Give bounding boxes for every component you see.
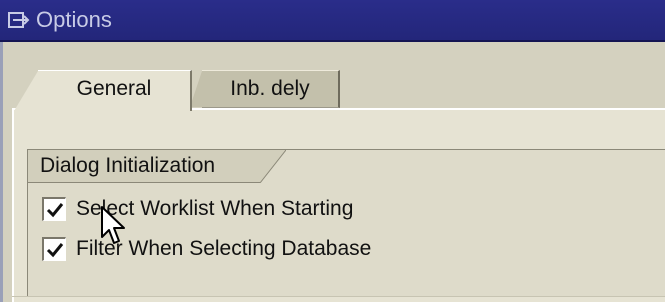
tab-label: General <box>76 77 152 100</box>
panel-bottom-line <box>12 296 665 297</box>
mouse-pointer-icon <box>100 205 128 247</box>
window-title: Options <box>36 7 112 32</box>
title-bar[interactable]: Options <box>0 0 665 42</box>
filter-database-checkbox[interactable] <box>42 237 66 261</box>
checkmark-icon <box>46 203 64 218</box>
tab-general[interactable]: General <box>14 70 192 111</box>
options-window-icon <box>8 11 30 31</box>
tab-label: Inb. dely <box>230 77 310 100</box>
group-header-edge <box>260 150 286 183</box>
checkmark-icon <box>46 243 64 258</box>
window-left-edge <box>0 42 3 302</box>
tab-edge <box>14 71 38 111</box>
select-worklist-checkbox[interactable] <box>42 197 66 221</box>
options-window: Options Inb. dely General Dialog Initial… <box>0 0 665 302</box>
tab-inb-dely[interactable]: Inb. dely <box>190 70 340 108</box>
group-title: Dialog Initialization <box>40 154 216 177</box>
